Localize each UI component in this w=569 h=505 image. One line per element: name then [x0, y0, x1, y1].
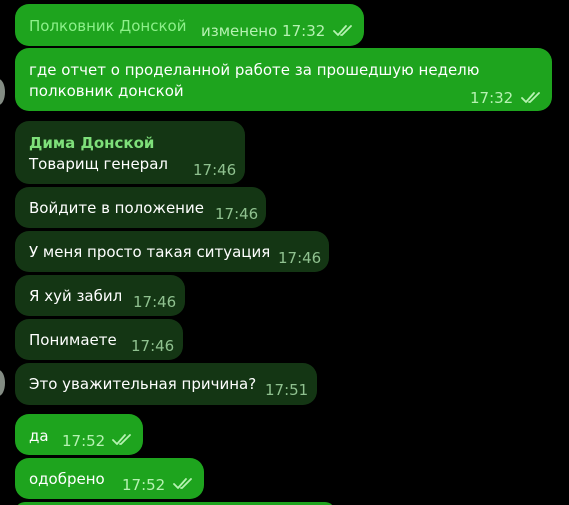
message-bubble-outgoing[interactable]: одобрено 17:52	[15, 458, 204, 499]
message-text: Я хуй забил	[29, 287, 123, 305]
message-text: Товарищ генерал	[29, 155, 168, 173]
double-check-icon	[173, 477, 197, 491]
message-text-line: полковник донской	[29, 82, 184, 100]
message-time: 17:46	[278, 249, 322, 267]
message-text: Войдите в положение	[29, 199, 204, 217]
message-bubble-incoming[interactable]: Я хуй забил 17:46	[15, 275, 185, 316]
message-time: 17:52	[122, 476, 166, 494]
double-check-icon	[521, 91, 545, 105]
message-time: 17:46	[193, 161, 237, 179]
avatar[interactable]	[0, 79, 5, 105]
message-text: У меня просто такая ситуация	[29, 243, 271, 261]
message-text: Понимаете	[29, 331, 117, 349]
message-text: да	[29, 427, 49, 445]
message-text: Полковник Донской	[29, 17, 187, 35]
double-check-icon	[112, 433, 136, 447]
message-time: изменено 17:32	[201, 22, 326, 40]
message-time: 17:46	[131, 337, 175, 355]
message-text: Это уважительная причина?	[29, 375, 257, 393]
message-bubble-incoming[interactable]: У меня просто такая ситуация 17:46	[15, 231, 329, 272]
message-bubble-incoming[interactable]: Дима Донской Товарищ генерал 17:46	[15, 121, 245, 184]
message-text: одобрено	[29, 470, 105, 488]
message-bubble-outgoing[interactable]: да 17:52	[15, 414, 143, 455]
chat-messages-area[interactable]: Полковник Донской изменено 17:32 где отч…	[0, 0, 569, 505]
message-bubble-outgoing[interactable]: Полковник Донской изменено 17:32	[15, 4, 364, 46]
message-bubble-outgoing[interactable]: где отчет о проделанной работе за прошед…	[15, 48, 552, 111]
message-bubble-incoming[interactable]: Войдите в положение 17:46	[15, 187, 266, 228]
message-bubble-incoming[interactable]: Понимаете 17:46	[15, 319, 183, 360]
sender-name[interactable]: Дима Донской	[29, 132, 154, 154]
message-text-line: где отчет о проделанной работе за прошед…	[29, 61, 480, 79]
message-time: 17:52	[62, 432, 106, 450]
message-time: 17:46	[133, 293, 177, 311]
message-time: 17:32	[470, 89, 514, 107]
message-bubble-incoming[interactable]: Это уважительная причина? 17:51	[15, 363, 317, 405]
avatar[interactable]	[0, 370, 5, 396]
double-check-icon	[333, 24, 357, 38]
message-time: 17:46	[215, 205, 259, 223]
message-time: 17:51	[265, 381, 309, 399]
